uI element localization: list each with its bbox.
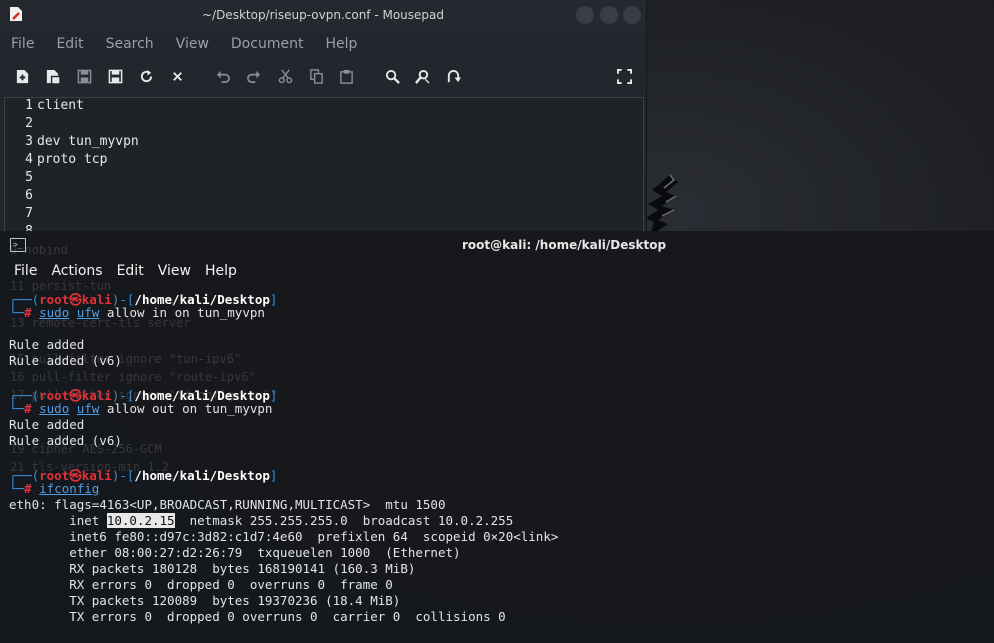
reload-icon[interactable] xyxy=(136,66,156,86)
save-as-icon[interactable] xyxy=(105,66,125,86)
mousepad-window: ~/Desktop/riseup-ovpn.conf - Mousepad Fi… xyxy=(0,0,647,236)
terminal-menubar: File Actions Edit View Help xyxy=(0,263,244,283)
terminal-menu-view[interactable]: View xyxy=(151,263,198,283)
editor-line: 6 xyxy=(5,188,37,206)
terminal-titlebar[interactable]: >_ root@kali: /home/kali/Desktop xyxy=(0,231,994,259)
editor-line: 3 dev tun_myvpn xyxy=(5,134,139,152)
mousepad-titlebar[interactable]: ~/Desktop/riseup-ovpn.conf - Mousepad xyxy=(0,0,646,30)
line-text: dev tun_myvpn xyxy=(37,134,139,149)
output-line: ether 08:00:27:d2:26:79 txqueuelen 1000 … xyxy=(9,545,461,560)
editor-line: 4 proto tcp xyxy=(5,152,107,170)
line-number: 6 xyxy=(25,188,33,203)
command-line: └─# sudo ufw allow out on tun_myvpn xyxy=(9,401,273,416)
find-replace-icon[interactable] xyxy=(412,66,432,86)
ghost-line: 16 pull-filter ignore "route-ipv6" xyxy=(10,370,256,384)
terminal-menu-help[interactable]: Help xyxy=(198,263,244,283)
new-window-icon[interactable] xyxy=(42,66,62,86)
selected-ip-text[interactable]: 10.0.2.15 xyxy=(106,513,175,528)
line-number: 2 xyxy=(25,116,33,131)
goto-icon[interactable] xyxy=(443,66,463,86)
output-line: TX errors 0 dropped 0 overruns 0 carrier… xyxy=(9,609,506,624)
prompt-line: ┌──(root㉿kali)-[/home/kali/Desktop] xyxy=(9,468,278,483)
redo-icon[interactable] xyxy=(243,66,263,86)
menu-help[interactable]: Help xyxy=(314,32,368,56)
undo-icon[interactable] xyxy=(213,66,233,86)
output-line: TX packets 120089 bytes 19370236 (18.4 M… xyxy=(9,593,401,608)
terminal-menu-actions[interactable]: Actions xyxy=(44,263,109,283)
prompt-line: ┌──(root㉿kali)-[/home/kali/Desktop] xyxy=(9,388,278,403)
line-number: 7 xyxy=(25,206,33,221)
command-line: └─# ifconfig xyxy=(9,481,100,496)
terminal-app-icon: >_ xyxy=(10,238,26,252)
menu-file[interactable]: File xyxy=(0,32,45,56)
line-number: 1 xyxy=(25,98,33,113)
mousepad-window-title: ~/Desktop/riseup-ovpn.conf - Mousepad xyxy=(201,8,445,22)
fullscreen-icon[interactable] xyxy=(614,66,634,86)
menu-search[interactable]: Search xyxy=(95,32,165,56)
maximize-button[interactable] xyxy=(600,6,618,24)
mousepad-menubar: File Edit Search View Document Help xyxy=(0,32,368,56)
save-icon[interactable] xyxy=(74,66,94,86)
paste-icon[interactable] xyxy=(336,66,356,86)
text-editor-area[interactable]: 1 client 2 3 dev tun_myvpn 4 proto tcp 5 6 … xyxy=(4,97,644,236)
close-icon[interactable] xyxy=(167,66,187,86)
new-document-icon[interactable] xyxy=(12,66,32,86)
line-text: proto tcp xyxy=(37,152,108,167)
output-line: Rule added (v6) xyxy=(9,433,122,448)
terminal-window-title: root@kali: /home/kali/Desktop xyxy=(462,238,667,252)
output-line: inet6 fe80::d97c:3d82:c1d7:4e60 prefixle… xyxy=(9,529,559,544)
editor-line: 7 xyxy=(5,206,37,224)
command-line: └─# sudo ufw allow in on tun_myvpn xyxy=(9,305,265,320)
editor-line: 1 client xyxy=(5,98,84,116)
output-line: inet 10.0.2.15 netmask 255.255.255.0 bro… xyxy=(9,513,514,528)
output-line: eth0: flags=4163<UP,BROADCAST,RUNNING,MU… xyxy=(9,497,446,512)
terminal-window: 9 nobind 11 persist-tun 13 remote-cert-t… xyxy=(0,231,994,643)
close-window-button[interactable] xyxy=(623,6,641,24)
output-line: Rule added xyxy=(9,337,85,352)
line-text: client xyxy=(37,98,84,113)
output-line: RX packets 180128 bytes 168190141 (160.3… xyxy=(9,561,416,576)
cut-icon[interactable] xyxy=(275,66,295,86)
output-line: RX errors 0 dropped 0 overruns 0 frame 0 xyxy=(9,577,393,592)
menu-edit[interactable]: Edit xyxy=(45,32,94,56)
output-line: Rule added (v6) xyxy=(9,353,122,368)
editor-line: 5 xyxy=(5,170,37,188)
output-line: Rule added xyxy=(9,417,85,432)
menu-document[interactable]: Document xyxy=(220,32,315,56)
line-number: 5 xyxy=(25,170,33,185)
copy-icon[interactable] xyxy=(306,66,326,86)
mousepad-toolbar xyxy=(0,62,646,90)
line-number: 3 xyxy=(25,134,33,149)
find-icon[interactable] xyxy=(382,66,402,86)
editor-line: 2 xyxy=(5,116,37,134)
menu-view[interactable]: View xyxy=(165,32,220,56)
terminal-menu-file[interactable]: File xyxy=(0,263,44,283)
minimize-button[interactable] xyxy=(576,6,594,24)
terminal-menu-edit[interactable]: Edit xyxy=(110,263,151,283)
line-number: 4 xyxy=(25,152,33,167)
prompt-line: ┌──(root㉿kali)-[/home/kali/Desktop] xyxy=(9,292,278,307)
